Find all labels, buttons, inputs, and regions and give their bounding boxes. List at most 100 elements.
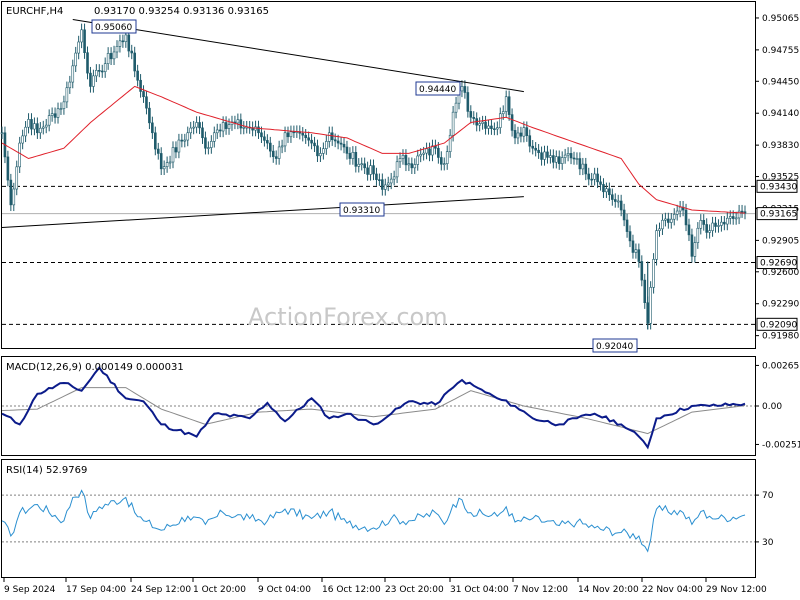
candle-body [189,127,192,134]
candle-body [339,142,343,145]
candle-body [74,52,78,67]
candle-body [130,50,134,54]
candle-body [351,152,355,159]
candle-body [717,225,720,227]
macd-y-tick-label: -0.002511 [762,440,800,450]
candle-body [327,132,331,142]
candle-body [33,123,36,130]
candle-body [198,122,201,129]
candle-body [413,164,417,169]
candle-body [655,230,658,260]
candle-body [313,142,316,147]
candle-body [177,139,181,153]
x-tick-label: 1 Oct 20:00 [193,585,246,595]
candle-body [737,210,741,219]
candle-body [389,178,393,184]
candle-body [77,41,80,54]
candle-body [466,92,470,112]
candle-body [106,53,110,64]
candle-body [590,178,593,181]
candle-body [392,176,396,180]
candle-body [684,209,688,226]
candle-body [552,155,555,163]
candle-body [154,132,157,150]
candle-body [139,79,142,92]
candle-body [587,173,591,180]
candle-body [383,184,387,190]
candle-body [145,96,148,109]
candle-body [442,163,446,165]
candle-body [543,151,546,160]
candle-body [581,163,585,170]
candle-body [378,179,381,181]
candle-body [192,126,195,129]
candle-body [103,63,107,72]
candle-body [307,137,310,141]
candle-body [333,139,337,142]
candle-body [608,188,611,196]
candle-body [563,154,567,158]
candle-body [720,221,723,226]
candle-body [112,51,116,60]
macd-line [1,366,746,450]
candle-body [404,155,408,166]
candle-body [239,119,243,129]
candle-body [487,125,490,129]
candle-body [183,139,187,142]
candle-body [41,126,45,129]
candle-body [201,127,204,139]
candle-body [726,217,729,225]
x-tick-label: 23 Oct 20:00 [385,585,444,595]
x-tick-label: 29 Nov 12:00 [706,585,767,595]
candle-body [56,108,60,118]
candle-body [622,209,626,221]
level-axis-tag-label: 0.93430 [760,182,797,192]
candle-body [398,158,402,163]
x-tick-label: 31 Oct 04:00 [450,585,509,595]
price-y-tick-label: 0.94755 [762,46,799,56]
candle-body [504,96,508,112]
price-y-tick-label: 0.93830 [762,141,799,151]
candle-body [728,216,732,219]
candle-body [696,227,700,243]
candle-body [336,140,340,144]
candle-body [148,107,151,124]
candle-body [342,143,346,148]
candle-body [498,113,502,128]
candle-body [484,121,487,129]
candle-body [127,34,131,52]
level-axis-tag-label: 0.92090 [760,320,797,330]
candle-body [62,101,66,109]
candle-body [584,163,588,175]
candle-body [277,146,281,159]
candle-body [469,111,473,118]
candle-body [218,129,222,132]
candle-body [0,132,4,135]
macd-title: MACD(12,26,9) 0.000149 0.000031 [6,362,184,373]
candle-body [611,194,614,200]
watermark: ActionForex.com [248,303,448,331]
eurchf-chart: 0.95060 0.94440 0.93310 0.92040 0.95065 0.94… [0,1,800,595]
candle-body [310,139,313,144]
candle-body [672,214,676,220]
candle-body [283,132,287,147]
candle-body [734,217,738,220]
candle-body [537,149,540,154]
candle-body [304,134,307,139]
candle-body [289,131,293,138]
candle-body [628,231,632,242]
candle-body [372,165,375,175]
candle-body [664,218,667,221]
candle-body [693,242,697,257]
candle-body [634,249,638,253]
candle-body [210,141,213,148]
candle-body [381,179,384,190]
candle-body [416,155,420,165]
candle-body [643,279,647,304]
candle-body [605,188,608,193]
candle-body [501,111,505,115]
candle-body [286,132,290,138]
x-tick-label: 17 Sep 04:00 [66,585,126,595]
candle-body [596,173,599,183]
candle-body [109,53,113,60]
